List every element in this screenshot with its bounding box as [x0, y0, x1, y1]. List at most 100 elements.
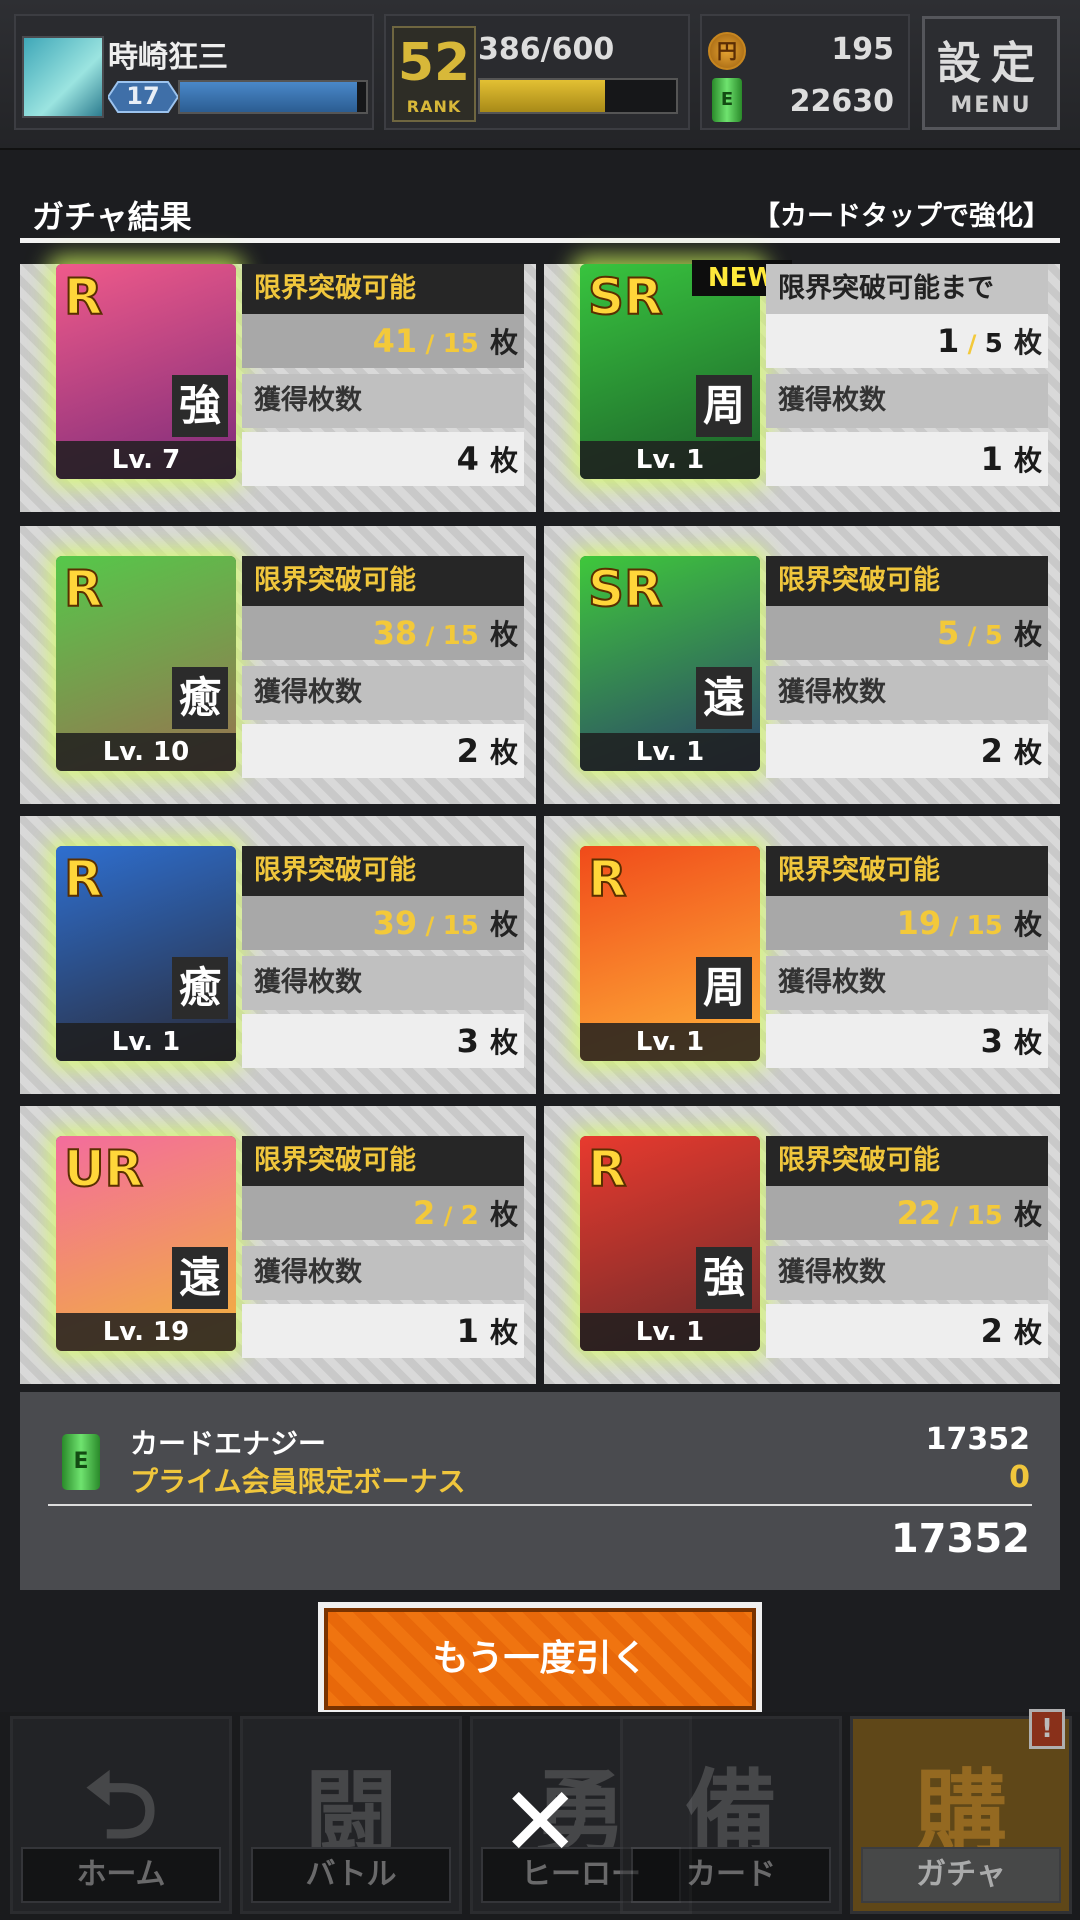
nav-battle[interactable]: 闘 バトル — [240, 1716, 462, 1914]
obtained-value: 1 — [456, 1312, 479, 1350]
limit-break-count: 39 / 15 枚 — [242, 896, 524, 950]
stamina-text: 386/600 — [478, 32, 615, 67]
count-separator: / — [959, 622, 985, 650]
draw-again-button[interactable]: もう一度引く — [318, 1602, 762, 1716]
rarity-badge: R — [63, 267, 103, 327]
obtained-count: 1 枚 — [242, 1304, 524, 1358]
card-type-badge: 遠 — [172, 1247, 228, 1309]
top-status-bar: 時崎狂三 17 52 RANK 386/600 円 195 E 22630 設定… — [0, 0, 1080, 150]
gacha-result-card[interactable]: R 癒 Lv. 10 限界突破可能 38 / 15 枚 獲得枚数 2 枚 — [20, 526, 536, 804]
summary-divider — [48, 1504, 1032, 1506]
energy-icon: E — [712, 78, 742, 122]
rank-number: 52 — [397, 33, 471, 93]
nav-card-label: カード — [631, 1847, 831, 1903]
required-count: 2 — [460, 1201, 479, 1231]
coin-icon: 円 — [708, 32, 746, 70]
stamina-fill — [480, 80, 606, 112]
gacha-result-card[interactable]: R 強 Lv. 7 限界突破可能 41 / 15 枚 獲得枚数 4 枚 — [20, 264, 536, 512]
limit-break-status: 限界突破可能まで — [766, 264, 1048, 314]
nav-home[interactable]: ⮌ ホーム — [10, 1716, 232, 1914]
gacha-result-card[interactable]: SR 遠 Lv. 1 限界突破可能 5 / 5 枚 獲得枚数 2 枚 — [544, 526, 1060, 804]
card-energy-value: 17352 — [925, 1422, 1030, 1457]
rarity-badge: R — [63, 849, 103, 909]
obtained-label: 獲得枚数 — [242, 956, 524, 1010]
menu-button[interactable]: 設定 MENU — [922, 16, 1060, 130]
prime-bonus-value: 0 — [1009, 1460, 1030, 1495]
card-type-badge: 癒 — [172, 667, 228, 729]
owned-count: 22 — [896, 1194, 942, 1232]
obtained-count: 3 枚 — [766, 1014, 1048, 1068]
count-separator: / — [941, 1202, 967, 1230]
player-name: 時崎狂三 — [108, 40, 228, 75]
card-art[interactable]: R 癒 Lv. 10 — [56, 556, 236, 771]
count-unit: 枚 — [1013, 908, 1042, 941]
obtained-count: 1 枚 — [766, 432, 1048, 486]
prime-bonus-label: プライム会員限定ボーナス — [130, 1465, 466, 1498]
card-art[interactable]: R 強 Lv. 1 — [580, 1136, 760, 1351]
obtained-count: 2 枚 — [766, 724, 1048, 778]
card-art[interactable]: R 強 Lv. 7 — [56, 264, 236, 479]
card-art[interactable]: R 周 Lv. 1 — [580, 846, 760, 1061]
gacha-result-card[interactable]: R 周 Lv. 1 限界突破可能 19 / 15 枚 獲得枚数 3 枚 — [544, 816, 1060, 1094]
energy-total: 17352 — [890, 1516, 1030, 1562]
count-unit: 枚 — [489, 618, 518, 651]
owned-count: 41 — [372, 322, 418, 360]
gacha-result-card[interactable]: R 癒 Lv. 1 限界突破可能 39 / 15 枚 獲得枚数 3 枚 — [20, 816, 536, 1094]
nav-gacha-label: ガチャ — [861, 1847, 1061, 1903]
obtained-unit: 枚 — [1013, 736, 1042, 769]
obtained-unit: 枚 — [489, 444, 518, 477]
gacha-result-card[interactable]: SR 周 Lv. 1 NEW 限界突破可能まで 1 / 5 枚 獲得枚数 1 枚 — [544, 260, 1060, 512]
card-type-badge: 周 — [696, 957, 752, 1019]
owned-count: 19 — [896, 904, 942, 942]
required-count: 15 — [442, 621, 479, 651]
currency-panel: 円 195 E 22630 — [700, 14, 910, 130]
gacha-result-card[interactable]: UR 遠 Lv. 19 限界突破可能 2 / 2 枚 獲得枚数 1 枚 — [20, 1106, 536, 1384]
energy-summary: E カードエナジー プライム会員限定ボーナス 17352 0 17352 — [20, 1392, 1060, 1590]
card-type-badge: 周 — [696, 375, 752, 437]
rarity-badge: R — [587, 849, 627, 909]
card-art[interactable]: R 癒 Lv. 1 — [56, 846, 236, 1061]
card-art[interactable]: SR 遠 Lv. 1 — [580, 556, 760, 771]
player-level: 17 — [126, 82, 160, 110]
rarity-badge: SR — [587, 267, 664, 327]
player-avatar — [22, 36, 104, 118]
player-exp-bar — [178, 80, 368, 114]
count-separator: / — [435, 1202, 461, 1230]
card-level: Lv. 10 — [56, 733, 236, 771]
close-icon[interactable]: ✕ — [500, 1774, 580, 1870]
limit-break-status: 限界突破可能 — [766, 556, 1048, 606]
nav-battle-label: バトル — [251, 1847, 451, 1903]
required-count: 15 — [442, 329, 479, 359]
limit-break-count: 41 / 15 枚 — [242, 314, 524, 368]
obtained-unit: 枚 — [489, 1026, 518, 1059]
obtained-label: 獲得枚数 — [242, 666, 524, 720]
obtained-value: 3 — [456, 1022, 479, 1060]
obtained-label: 獲得枚数 — [766, 1246, 1048, 1300]
draw-again-label: もう一度引く — [324, 1608, 756, 1710]
gacha-result-card[interactable]: R 強 Lv. 1 限界突破可能 22 / 15 枚 獲得枚数 2 枚 — [544, 1106, 1060, 1384]
card-level: Lv. 7 — [56, 441, 236, 479]
obtained-unit: 枚 — [489, 1316, 518, 1349]
player-exp-fill — [180, 82, 357, 112]
required-count: 5 — [984, 621, 1003, 651]
nav-gacha[interactable]: 購 ガチャ ! — [850, 1709, 1072, 1914]
obtained-value: 4 — [456, 440, 479, 478]
obtained-value: 2 — [456, 732, 479, 770]
stamina-bar — [478, 78, 678, 114]
count-separator: / — [959, 330, 985, 358]
count-separator: / — [417, 330, 443, 358]
rank-panel: 52 RANK 386/600 — [384, 14, 690, 130]
obtained-value: 1 — [980, 440, 1003, 478]
obtained-label: 獲得枚数 — [766, 666, 1048, 720]
count-separator: / — [941, 912, 967, 940]
obtained-value: 2 — [980, 1312, 1003, 1350]
player-panel[interactable]: 時崎狂三 17 — [14, 14, 374, 130]
tap-hint: 【カードタップで強化】 — [753, 201, 1050, 232]
nav-card[interactable]: 備 カード — [620, 1716, 842, 1914]
card-art[interactable]: SR 周 Lv. 1 — [580, 264, 760, 479]
rarity-badge: SR — [587, 559, 664, 619]
count-unit: 枚 — [1013, 618, 1042, 651]
required-count: 15 — [966, 1201, 1003, 1231]
limit-break-count: 22 / 15 枚 — [766, 1186, 1048, 1240]
card-art[interactable]: UR 遠 Lv. 19 — [56, 1136, 236, 1351]
